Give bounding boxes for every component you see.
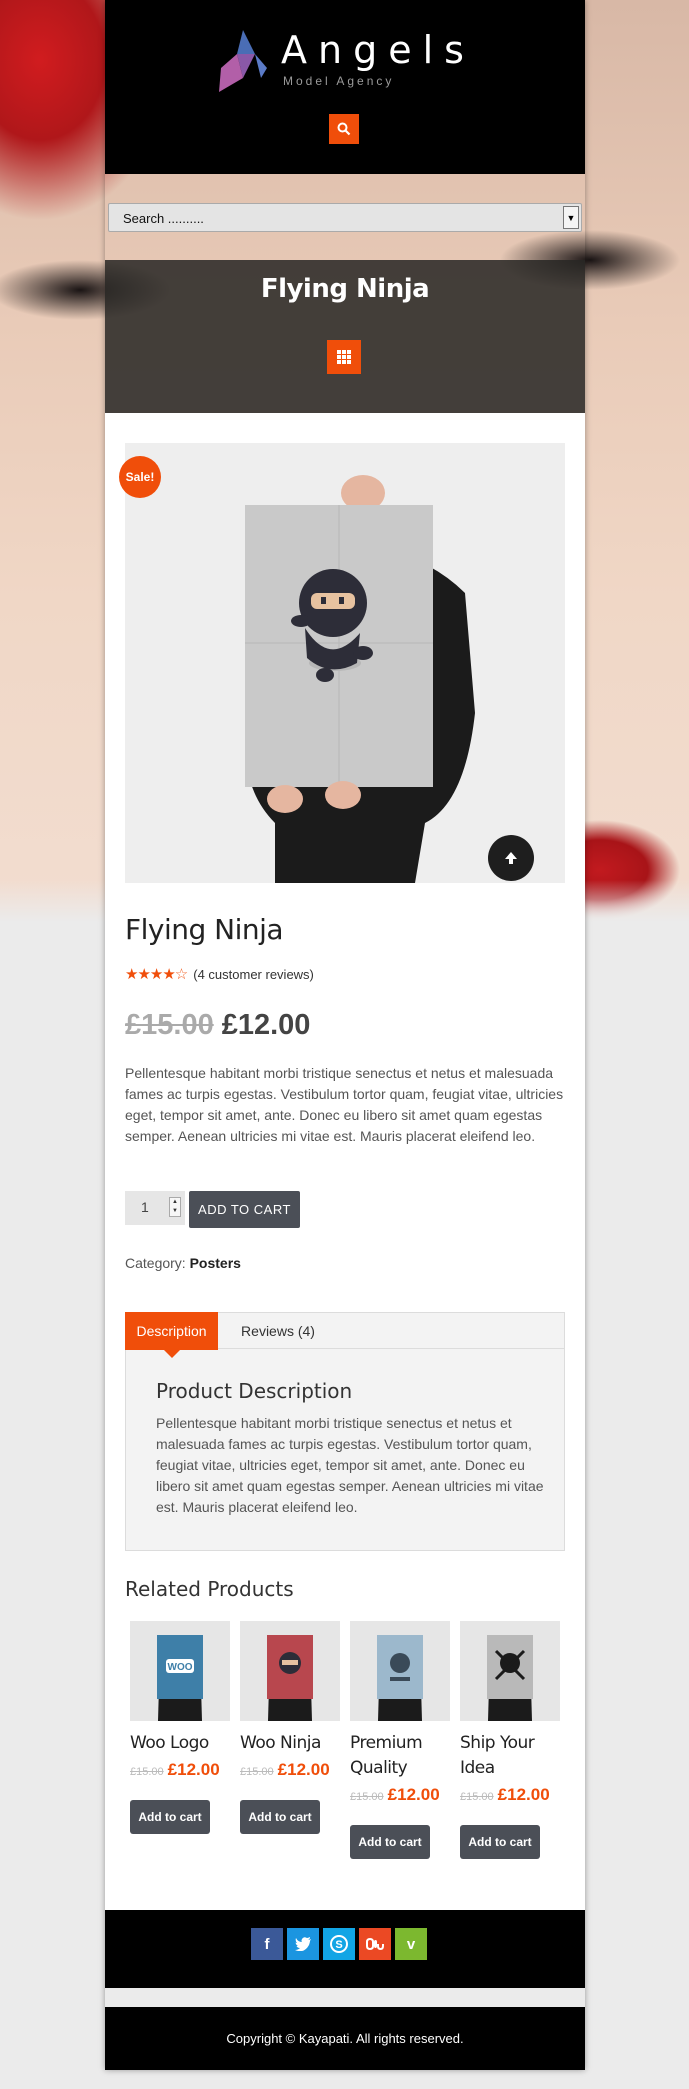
stumbleupon-icon[interactable] [359, 1928, 391, 1960]
related-product-price: £15.00 £12.00 [350, 1785, 440, 1804]
site-header: Angels Model Agency [105, 0, 585, 174]
related-product-image[interactable] [240, 1621, 340, 1721]
related-product-image[interactable] [350, 1621, 450, 1721]
product-image[interactable] [125, 443, 565, 883]
product-title: Flying Ninja [125, 913, 284, 946]
search-select-value: Search .......... [123, 211, 204, 226]
site-logo[interactable]: Angels Model Agency [217, 28, 477, 98]
old-price: £15.00 [125, 1009, 214, 1041]
tab-panel-text: Pellentesque habitant morbi tristique se… [156, 1415, 544, 1515]
tab-panel-heading: Product Description [156, 1379, 353, 1403]
product-short-description: Pellentesque habitant morbi tristique se… [125, 1065, 564, 1144]
active-tab-pointer [164, 1350, 180, 1358]
brand-tagline: Model Agency [283, 74, 395, 88]
skype-icon[interactable]: S [323, 1928, 355, 1960]
tab-description[interactable]: Description [125, 1312, 218, 1350]
product-category: Category: Posters [125, 1255, 241, 1271]
grid-icon [337, 350, 351, 364]
page-title: Flying Ninja [260, 274, 430, 304]
social-links: f S v [251, 1928, 427, 1960]
related-add-to-cart-button[interactable]: Add to cart [350, 1825, 430, 1859]
logo-mark-icon [219, 30, 267, 92]
poster-illustration [125, 443, 565, 883]
search-select[interactable]: Search .......... ▼ [108, 203, 582, 232]
related-product-name[interactable]: Woo Logo [130, 1731, 230, 1756]
related-product-image[interactable]: WOO [130, 1621, 230, 1721]
related-product-image[interactable] [460, 1621, 560, 1721]
poster-woo-logo: WOO [130, 1621, 230, 1721]
related-product-price: £15.00 £12.00 [460, 1785, 550, 1804]
sale-badge: Sale! [119, 456, 161, 498]
current-price: £12.00 [221, 1009, 311, 1041]
scroll-to-top-button[interactable] [488, 835, 534, 881]
poster-ship-your-idea [460, 1621, 560, 1721]
product-rating[interactable]: ★★★★☆ (4 customer reviews) [125, 965, 314, 983]
poster-woo-ninja [240, 1621, 340, 1721]
svg-text:S: S [335, 1939, 342, 1951]
quantity-spin-icon[interactable]: ▲ ▼ [169, 1197, 181, 1217]
related-product-name[interactable]: Premium Quality [350, 1731, 450, 1781]
related-product-name[interactable]: Woo Ninja [240, 1731, 340, 1756]
quantity-value[interactable]: 1 [141, 1199, 149, 1215]
vimeo-icon[interactable]: v [395, 1928, 427, 1960]
page-container: Angels Model Agency Search .......... ▼ … [105, 0, 585, 2070]
facebook-icon[interactable]: f [251, 1928, 283, 1960]
related-add-to-cart-button[interactable]: Add to cart [130, 1800, 210, 1834]
related-product-price: £15.00 £12.00 [130, 1760, 220, 1779]
twitter-icon[interactable] [287, 1928, 319, 1960]
category-label: Category: [125, 1255, 186, 1271]
related-product: Woo Ninja £15.00 £12.00 Add to cart [240, 1621, 340, 1834]
reviews-link[interactable]: (4 customer reviews) [193, 967, 314, 982]
social-footer: f S v [105, 1910, 585, 1988]
page-title-banner: Flying Ninja [105, 260, 585, 413]
quantity-stepper[interactable]: 1 ▲ ▼ [125, 1191, 185, 1225]
related-product-price: £15.00 £12.00 [240, 1760, 330, 1779]
search-toggle-button[interactable] [329, 114, 359, 144]
related-product-name[interactable]: Ship Your Idea [460, 1731, 560, 1781]
tab-reviews[interactable]: Reviews (4) [218, 1313, 338, 1349]
related-product: Ship Your Idea £15.00 £12.00 Add to cart [460, 1621, 560, 1859]
poster-premium-quality [350, 1621, 450, 1721]
poster-label: WOO [168, 1662, 193, 1673]
arrow-up-icon [505, 852, 517, 864]
product-content: Flying Ninja ★★★★☆ (4 customer reviews) … [105, 413, 585, 1910]
related-add-to-cart-button[interactable]: Add to cart [240, 1800, 320, 1834]
related-add-to-cart-button[interactable]: Add to cart [460, 1825, 540, 1859]
related-product: Premium Quality £15.00 £12.00 Add to cart [350, 1621, 450, 1859]
brand-name: Angels [281, 28, 475, 72]
product-tabs: Description Reviews (4) Product Descript… [125, 1312, 565, 1551]
grid-menu-button[interactable] [327, 340, 361, 374]
related-product: WOO Woo Logo £15.00 £12.00 Add to cart [130, 1621, 230, 1834]
add-to-cart-button[interactable]: ADD TO CART [189, 1191, 300, 1228]
search-icon [337, 122, 351, 136]
copyright-text: Copyright © Kayapati. All rights reserve… [226, 2031, 464, 2046]
category-link[interactable]: Posters [190, 1255, 241, 1271]
related-products-title: Related Products [125, 1577, 294, 1601]
star-rating-icon: ★★★★☆ [125, 966, 188, 983]
select-arrow-icon[interactable]: ▼ [563, 206, 579, 229]
copyright-footer: Copyright © Kayapati. All rights reserve… [105, 2007, 585, 2070]
product-price: £15.00 £12.00 [125, 1009, 310, 1042]
